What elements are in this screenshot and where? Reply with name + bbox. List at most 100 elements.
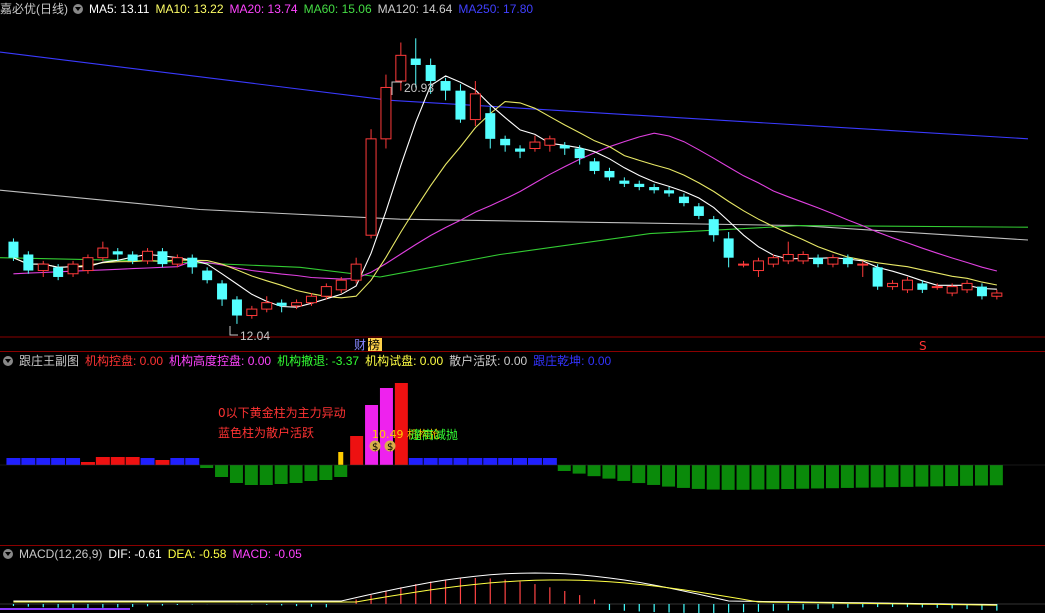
- candle-body: [678, 196, 689, 204]
- candle[interactable]: [500, 135, 511, 152]
- candle-body: [515, 148, 526, 152]
- indicator-panel[interactable]: 跟庄王副图 机构控盘: 0.00 机构高度控盘: 0.00 机构撤退: -3.37 机构…: [0, 352, 1045, 545]
- candle[interactable]: [365, 129, 377, 239]
- candle[interactable]: [246, 305, 258, 319]
- candle-body: [738, 263, 750, 266]
- indicator-bar: [155, 460, 170, 465]
- candle[interactable]: [738, 260, 750, 268]
- macd-chart[interactable]: [0, 546, 1045, 613]
- macd-floor-bar: [0, 608, 130, 610]
- candle-body: [901, 279, 913, 291]
- candle[interactable]: [604, 167, 615, 181]
- candle-body: [261, 302, 273, 310]
- candle-body: [723, 238, 734, 258]
- candle[interactable]: [813, 254, 824, 268]
- candle[interactable]: [82, 254, 94, 274]
- candle[interactable]: [797, 251, 809, 265]
- candle[interactable]: [961, 280, 973, 294]
- candle-body: [171, 257, 183, 265]
- candle[interactable]: [276, 299, 287, 313]
- candle[interactable]: [664, 187, 675, 197]
- candle[interactable]: [857, 260, 869, 277]
- indicator-bar: [51, 458, 66, 465]
- candle[interactable]: [112, 248, 123, 261]
- candle[interactable]: [544, 135, 556, 152]
- candle[interactable]: [217, 280, 228, 306]
- candle-body: [693, 206, 704, 216]
- candle-body: [410, 58, 421, 65]
- candle[interactable]: [901, 276, 913, 294]
- indicator-bar: [513, 458, 528, 465]
- indicator-bar: [80, 462, 95, 465]
- candle[interactable]: [619, 177, 630, 188]
- candle[interactable]: [485, 106, 496, 149]
- candle-body: [752, 260, 764, 272]
- candle[interactable]: [23, 251, 34, 274]
- macd-panel[interactable]: MACD(12,26,9) DIF: -0.61 DEA: -0.58 MACD: -…: [0, 546, 1045, 613]
- candle[interactable]: [634, 180, 645, 191]
- indicator-bar: [945, 465, 959, 487]
- indicator-chart[interactable]: 0以下黄金柱为主力异动蓝色柱为散户活跃 10.49 机构抢逢高减抛$ $: [0, 352, 1045, 545]
- candle[interactable]: [752, 257, 764, 277]
- candle[interactable]: [991, 289, 1003, 300]
- indicator-bar: [200, 465, 214, 468]
- tag-bang: 榜: [368, 337, 380, 352]
- candle[interactable]: [380, 74, 392, 149]
- candle-body: [842, 257, 853, 265]
- candle[interactable]: [782, 241, 794, 265]
- candle[interactable]: [589, 158, 600, 175]
- indicator-bar: [110, 457, 125, 465]
- candle-body: [142, 250, 154, 262]
- indicator-bar: [438, 458, 453, 465]
- candle[interactable]: [157, 248, 168, 268]
- candle-body: [797, 253, 809, 262]
- candle[interactable]: [440, 77, 451, 101]
- candle[interactable]: [202, 267, 213, 284]
- candle[interactable]: [455, 84, 466, 123]
- indicator-bar: [840, 465, 854, 488]
- candle[interactable]: [97, 241, 109, 261]
- candle[interactable]: [67, 260, 79, 277]
- candle[interactable]: [827, 254, 839, 268]
- candle-body: [276, 302, 287, 306]
- candle[interactable]: [649, 183, 660, 194]
- indicator-bar: [900, 465, 914, 487]
- indicator-bar: [36, 458, 51, 465]
- candle[interactable]: [559, 142, 570, 155]
- indicator-bar: [170, 458, 185, 465]
- indicator-bar: [870, 465, 884, 488]
- indicator-bar: [736, 465, 750, 490]
- indicator-bar: [289, 465, 303, 483]
- indicator-bar: [796, 465, 810, 489]
- indicator-bar: [453, 458, 468, 465]
- candle[interactable]: [723, 232, 734, 268]
- candle[interactable]: [8, 238, 19, 261]
- candle[interactable]: [872, 264, 883, 290]
- candle[interactable]: [976, 283, 987, 300]
- candle[interactable]: [142, 248, 154, 265]
- candle[interactable]: [187, 254, 198, 274]
- indicator-bar: [125, 457, 140, 465]
- signal-label-2: 逢高减抛: [410, 427, 458, 442]
- candle[interactable]: [515, 145, 526, 159]
- candle-body: [827, 257, 839, 265]
- indicator-bar: [408, 458, 423, 465]
- candle[interactable]: [261, 296, 273, 313]
- indicator-bar: [915, 465, 929, 487]
- candlestick-chart[interactable]: 20.9312.04财榜 S: [0, 0, 1045, 352]
- candle-body: [485, 113, 496, 139]
- candle[interactable]: [350, 257, 362, 284]
- indicator-note-2: 蓝色柱为散户活跃: [218, 425, 314, 440]
- indicator-bar: [587, 465, 601, 477]
- candle[interactable]: [678, 193, 689, 207]
- candle[interactable]: [529, 135, 541, 152]
- candle[interactable]: [127, 251, 138, 265]
- candle[interactable]: [231, 296, 242, 324]
- candle[interactable]: [708, 215, 719, 242]
- candle[interactable]: [693, 203, 704, 220]
- price-panel[interactable]: 嘉必优(日线) MA5: 13.11 MA10: 13.22 MA20: 13.74 M…: [0, 0, 1045, 352]
- candle[interactable]: [37, 260, 49, 277]
- candle-body: [365, 138, 377, 236]
- candle[interactable]: [887, 280, 899, 290]
- candle[interactable]: [291, 299, 303, 310]
